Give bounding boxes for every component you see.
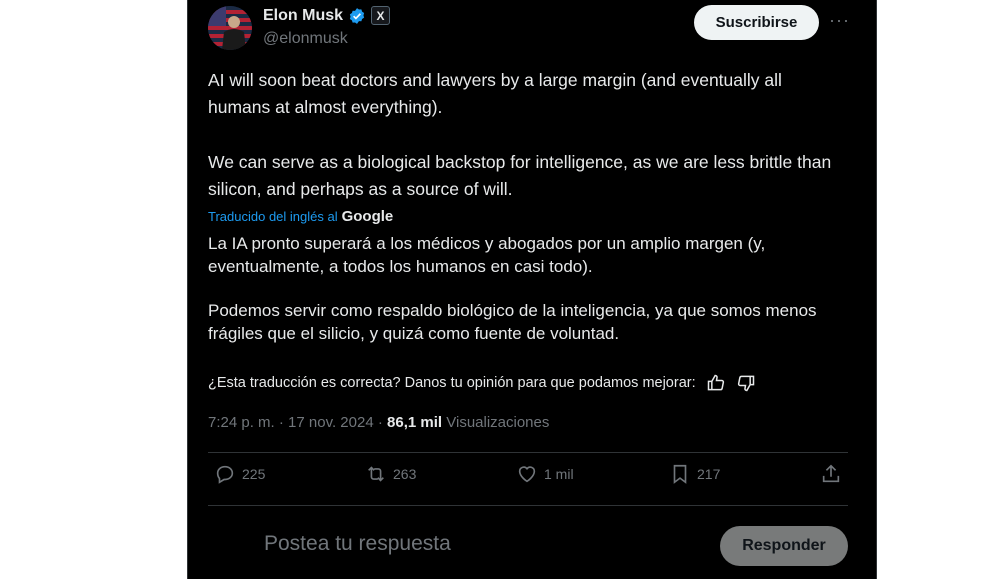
reply-input[interactable]: Postea tu respuesta — [264, 532, 451, 556]
thumbs-up-icon[interactable] — [706, 373, 726, 393]
translated-paragraph-2: Podemos servir como respaldo biológico d… — [208, 301, 817, 343]
author-name[interactable]: Elon Musk — [263, 7, 343, 25]
reply-action[interactable]: 225 — [214, 463, 265, 485]
tweet-paragraph-2: We can serve as a biological backstop fo… — [208, 152, 832, 199]
repost-action[interactable]: 263 — [365, 463, 416, 485]
repost-icon — [368, 466, 384, 482]
divider-top — [208, 452, 848, 453]
share-action[interactable] — [820, 463, 842, 485]
more-options-icon[interactable]: ··· — [829, 10, 850, 31]
meta-separator: · — [278, 414, 284, 431]
tweet-panel: Elon Musk X @elonmusk Suscribirse ··· AI… — [187, 0, 877, 579]
translation-attribution: Traducido del inglés al Google — [208, 208, 393, 225]
bookmark-icon — [673, 464, 687, 484]
author-handle[interactable]: @elonmusk — [263, 30, 348, 48]
x-affiliate-badge[interactable]: X — [371, 6, 391, 25]
heart-icon — [518, 466, 536, 483]
reply-button[interactable]: Responder — [720, 526, 848, 566]
author-name-row: Elon Musk X — [263, 6, 391, 25]
reply-icon — [216, 465, 234, 484]
like-count: 1 mil — [544, 466, 574, 482]
verified-badge-icon[interactable] — [348, 7, 366, 25]
bookmark-count: 217 — [697, 466, 721, 482]
repost-count: 263 — [393, 466, 417, 482]
action-bar: 225 263 1 mil 217 — [208, 463, 848, 497]
translated-paragraph-1: La IA pronto superará a los médicos y ab… — [208, 234, 766, 276]
thumbs-down-icon[interactable] — [736, 373, 756, 393]
tweet-paragraph-1: AI will soon beat doctors and lawyers by… — [208, 70, 782, 117]
meta-separator-2: · — [377, 414, 383, 431]
avatar[interactable] — [208, 6, 252, 50]
feedback-question: ¿Esta traducción es correcta? Danos tu o… — [208, 375, 696, 391]
share-icon — [822, 464, 840, 483]
divider-bottom — [208, 505, 848, 506]
tweet-meta: 7:24 p. m. · 17 nov. 2024 · 86,1 mil Vis… — [208, 414, 549, 431]
tweet-date[interactable]: 17 nov. 2024 — [288, 414, 374, 431]
translated-from-label[interactable]: Traducido del inglés al — [208, 209, 338, 224]
google-logo: Google — [341, 208, 394, 225]
tweet-time[interactable]: 7:24 p. m. — [208, 414, 275, 431]
subscribe-button[interactable]: Suscribirse — [694, 5, 819, 40]
views-label: Visualizaciones — [446, 414, 550, 431]
bookmark-action[interactable]: 217 — [669, 463, 720, 485]
translation-feedback: ¿Esta traducción es correcta? Danos tu o… — [208, 373, 756, 393]
reply-count: 225 — [242, 466, 266, 482]
avatar-image — [208, 6, 252, 50]
views-count: 86,1 mil — [387, 414, 443, 431]
like-action[interactable]: 1 mil — [516, 463, 574, 485]
